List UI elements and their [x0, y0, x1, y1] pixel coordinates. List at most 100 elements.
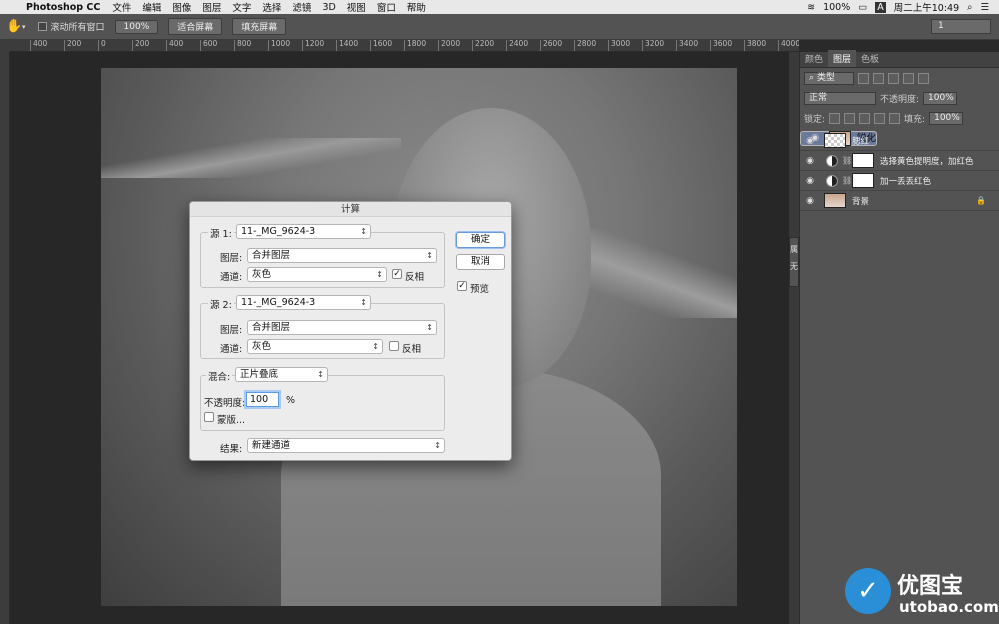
ruler-tick: 200: [132, 40, 149, 51]
horizontal-ruler[interactable]: 400 200 0 200 400 600 800 1000 1200 1400…: [10, 40, 799, 52]
filter-pixel-icon[interactable]: [858, 72, 869, 84]
wifi-icon[interactable]: ≋: [807, 2, 815, 13]
filter-type-label: 类型: [816, 72, 835, 83]
source1-channel-select[interactable]: 灰色: [247, 267, 387, 282]
ruler-tick: 2400: [506, 40, 528, 51]
menu-edit[interactable]: 编辑: [142, 0, 161, 14]
zoom-100-button[interactable]: 100%: [114, 19, 159, 34]
vertical-ruler[interactable]: [0, 52, 10, 624]
menu-select[interactable]: 选择: [262, 0, 281, 14]
fill-field[interactable]: 100%: [929, 111, 964, 125]
layer-list: ◉ 锐化 ◉ 腮红 ◉ ⛓ 选择黄色提明度，加红色 ◉ ⛓ 加一丢丢红色 ◉ 背…: [800, 131, 999, 211]
layer-row[interactable]: ◉ 背景 🔒: [800, 191, 999, 211]
collapsed-panel[interactable]: 属 无: [789, 237, 799, 287]
blend-mode-select[interactable]: 正常: [804, 91, 876, 105]
input-method-icon[interactable]: A: [875, 1, 886, 13]
chain-link-icon[interactable]: ⛓: [842, 156, 852, 165]
layer-mask-thumbnail[interactable]: [852, 173, 874, 188]
ruler-tick: 2600: [540, 40, 562, 51]
source1-invert-checkbox[interactable]: ✓: [392, 269, 402, 279]
lock-pixels-icon[interactable]: [844, 112, 856, 124]
menu-view[interactable]: 视图: [347, 0, 366, 14]
search-icon[interactable]: ⌕: [967, 2, 972, 13]
ruler-tick: 3800: [744, 40, 766, 51]
lock-icon[interactable]: 🔒: [976, 196, 986, 205]
fill-screen-button[interactable]: 填充屏幕: [232, 18, 287, 35]
none-mini-tab[interactable]: 无: [790, 261, 798, 272]
mask-checkbox[interactable]: [204, 412, 214, 422]
tool-preset-chevron-icon[interactable]: ▾: [22, 23, 26, 31]
layer-row[interactable]: ◉ ⛓ 选择黄色提明度，加红色: [800, 151, 999, 171]
result-select[interactable]: 新建通道: [247, 438, 445, 453]
eye-icon[interactable]: ◉: [800, 136, 820, 146]
menu-3d[interactable]: 3D: [322, 2, 335, 13]
chain-link-icon[interactable]: ⛓: [842, 176, 852, 185]
lock-artboard-icon[interactable]: [874, 112, 886, 124]
adjustment-layer-icon: [826, 154, 838, 167]
properties-mini-tab[interactable]: 属: [790, 244, 798, 255]
calculations-dialog: 计算 源 1: 11-_MG_9624-3 图层: 合并图层 通道: 灰色 ✓ …: [189, 201, 512, 461]
result-label: 结果:: [220, 444, 243, 455]
watermark-title: 优图宝: [897, 574, 964, 599]
source2-select[interactable]: 11-_MG_9624-3: [236, 295, 371, 310]
eye-icon[interactable]: ◉: [800, 196, 820, 206]
ok-button[interactable]: 确定: [456, 232, 505, 248]
layer-row[interactable]: ◉ ⛓ 加一丢丢红色: [800, 171, 999, 191]
ruler-tick: 0: [98, 40, 106, 51]
filter-shape-icon[interactable]: [903, 72, 914, 84]
clock[interactable]: 周二上午10:49: [894, 0, 959, 14]
tab-layers[interactable]: 图层: [828, 50, 857, 67]
lock-all-icon[interactable]: [889, 112, 901, 124]
menu-layer[interactable]: 图层: [202, 0, 221, 14]
tab-swatches[interactable]: 色板: [856, 50, 884, 67]
menu-window[interactable]: 窗口: [377, 0, 396, 14]
fill-label: 填充:: [904, 114, 926, 125]
menu-help[interactable]: 帮助: [407, 0, 426, 14]
mask-label[interactable]: 蒙版...: [217, 412, 245, 426]
menu-filter[interactable]: 滤镜: [292, 0, 311, 14]
menu-image[interactable]: 图像: [172, 0, 191, 14]
blend-opacity-input[interactable]: 100: [246, 392, 279, 407]
blend-select[interactable]: 正片叠底: [235, 367, 328, 382]
cancel-button[interactable]: 取消: [456, 254, 505, 270]
preview-checkbox[interactable]: ✓: [457, 281, 467, 291]
lock-position-icon[interactable]: [859, 112, 871, 124]
workspace-select[interactable]: 1: [931, 19, 991, 34]
source2-channel-label: 通道:: [220, 344, 243, 355]
filter-type-icon[interactable]: [888, 72, 899, 84]
ruler-tick: 1800: [404, 40, 426, 51]
hand-tool-icon[interactable]: ✋: [6, 19, 22, 34]
battery-icon[interactable]: ▭: [858, 2, 867, 13]
menu-type[interactable]: 文字: [232, 0, 251, 14]
source1-layer-select[interactable]: 合并图层: [247, 248, 437, 263]
source2-layer-select[interactable]: 合并图层: [247, 320, 437, 335]
layer-row[interactable]: ◉ 腮红: [800, 131, 999, 151]
fit-screen-button[interactable]: 适合屏幕: [168, 18, 223, 35]
opacity-field[interactable]: 100%: [923, 91, 958, 105]
layer-name[interactable]: 腮红: [852, 135, 869, 147]
ruler-tick: 400: [166, 40, 183, 51]
layer-name[interactable]: 加一丢丢红色: [880, 175, 931, 187]
eye-icon[interactable]: ◉: [800, 156, 820, 166]
source2-invert-checkbox[interactable]: [389, 341, 399, 351]
layer-name[interactable]: 选择黄色提明度，加红色: [880, 155, 974, 167]
source1-select[interactable]: 11-_MG_9624-3: [236, 224, 371, 239]
tab-color[interactable]: 颜色: [800, 50, 828, 67]
layer-mask-thumbnail[interactable]: [852, 153, 874, 168]
percent-label: %: [286, 395, 296, 406]
lock-transparent-icon[interactable]: [829, 112, 841, 124]
menu-list-icon[interactable]: ☰: [980, 2, 989, 13]
filter-adjustment-icon[interactable]: [873, 72, 884, 84]
app-name[interactable]: Photoshop CC: [26, 2, 100, 13]
menu-file[interactable]: 文件: [112, 0, 131, 14]
battery-percent[interactable]: 100%: [823, 2, 850, 13]
image-hair-left: [101, 138, 401, 178]
layer-name[interactable]: 背景: [852, 195, 869, 207]
filter-smart-object-icon[interactable]: [918, 72, 929, 84]
source2-channel-select[interactable]: 灰色: [247, 339, 383, 354]
blend-label: 混合:: [206, 369, 233, 383]
filter-type-select[interactable]: ⌕ 类型: [804, 71, 854, 85]
eye-icon[interactable]: ◉: [800, 176, 820, 186]
scroll-all-checkbox[interactable]: [37, 22, 47, 31]
watermark-url: utobao.com: [899, 598, 999, 616]
